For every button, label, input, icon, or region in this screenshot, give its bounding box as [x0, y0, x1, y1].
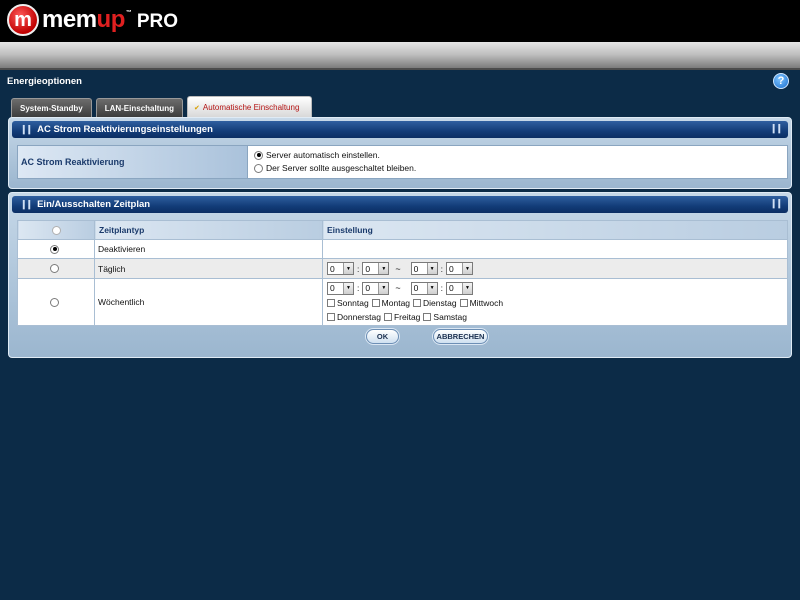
help-icon[interactable]: ? [773, 73, 789, 89]
schedule-table: Zeitplantyp Einstellung Deaktivieren Täg… [17, 220, 788, 326]
row-label-daily: Täglich [94, 258, 323, 279]
tab-label: Automatische Einschaltung [202, 103, 300, 112]
checkbox-freitag[interactable]: Freitag [383, 312, 420, 322]
weekday-checkboxes-row2: Donnerstag Freitag Samstag [327, 310, 787, 324]
weekly-end-minute-select[interactable]: 0 ▼ [446, 281, 474, 295]
schedule-panel-title: Ein/Ausschalten Zeitplan [37, 199, 151, 210]
option-stay-off[interactable]: Der Server sollte ausgeschaltet bleiben. [254, 163, 416, 173]
column-header-type: Zeitplantyp [94, 220, 323, 240]
daily-end-hour-select[interactable]: 0 ▼ [410, 262, 438, 275]
grip-icon: ❙❙ [20, 124, 33, 134]
ok-button[interactable]: OK [366, 329, 399, 344]
grip-icon: ❙❙ [769, 198, 783, 208]
button-bar: OK ABBRECHEN [9, 329, 791, 344]
header-radio [52, 225, 61, 235]
ac-power-panel-title: AC Strom Reaktivierungseinstellungen [37, 124, 213, 135]
weekly-time-range: 0 ▼ : 0 ▼ ~ 0 ▼ : 0 ▼ [327, 281, 787, 296]
tab-bar: System-Standby LAN-Einschaltung ✔ Automat… [11, 96, 316, 118]
ac-power-panel-header: ❙❙ AC Strom Reaktivierungseinstellungen … [12, 121, 788, 138]
logo-text-pro: PRO [136, 11, 179, 32]
ac-power-options: Server automatisch einstellen. Der Serve… [248, 146, 422, 178]
cancel-button[interactable]: ABBRECHEN [433, 329, 488, 344]
radio-daily[interactable] [50, 264, 59, 273]
top-header-bar: m mem up ™ PRO [0, 0, 800, 42]
logo-wordmark: mem up ™ PRO [42, 6, 178, 34]
option-label: Server automatisch einstellen. [266, 150, 380, 160]
radio-weekly[interactable] [50, 297, 59, 307]
weekday-checkboxes-row1: Sonntag Montag Dienstag Mittwoch [327, 296, 787, 310]
radio-auto-start[interactable] [254, 150, 263, 160]
row-label-deactivate: Deaktivieren [94, 239, 323, 259]
daily-start-hour-select[interactable]: 0 ▼ [327, 262, 354, 275]
grip-icon: ❙❙ [769, 123, 783, 133]
dropdown-arrow-icon: ▼ [378, 263, 389, 274]
logo-text-up: up [96, 6, 126, 33]
radio-deactivate[interactable] [50, 244, 59, 254]
ac-power-panel: ❙❙ AC Strom Reaktivierungseinstellungen … [8, 117, 792, 189]
dropdown-arrow-icon: ▼ [378, 282, 389, 294]
table-row: Wöchentlich 0 ▼ : 0 ▼ ~ 0 ▼ : 0 ▼ Sonntag Mo… [17, 278, 788, 326]
logo-badge: m [7, 4, 39, 36]
page-title: Energieoptionen [7, 76, 82, 87]
table-header-row: Zeitplantyp Einstellung [17, 220, 788, 240]
dropdown-arrow-icon: ▼ [426, 282, 437, 294]
tab-label: LAN-Einschaltung [104, 104, 175, 113]
weekly-start-minute-select[interactable]: 0 ▼ [362, 281, 390, 295]
dropdown-arrow-icon: ▼ [343, 282, 353, 294]
row-label-weekly: Wöchentlich [94, 278, 323, 326]
weekly-end-hour-select[interactable]: 0 ▼ [410, 281, 438, 295]
logo-text-mem: mem [42, 6, 97, 33]
checkbox-samstag[interactable]: Samstag [423, 312, 467, 322]
option-label: Der Server sollte ausgeschaltet bleiben. [266, 163, 417, 173]
daily-end-minute-select[interactable]: 0 ▼ [446, 262, 474, 275]
checkmark-icon: ✔ [194, 104, 200, 112]
header-radio-cell [17, 220, 95, 240]
logo-trademark: ™ [125, 10, 132, 16]
table-row: Täglich 0 ▼ : 0 ▼ ~ 0 ▼ : 0 ▼ [17, 258, 788, 279]
dropdown-arrow-icon: ▼ [462, 282, 473, 294]
ac-power-row-label: AC Strom Reaktivierung [18, 146, 248, 178]
dropdown-arrow-icon: ▼ [462, 263, 473, 274]
checkbox-montag[interactable]: Montag [371, 298, 410, 308]
daily-start-minute-select[interactable]: 0 ▼ [362, 262, 390, 275]
schedule-panel: ❙❙ Ein/Ausschalten Zeitplan ❙❙ Zeitplant… [8, 192, 792, 358]
radio-stay-off[interactable] [254, 163, 263, 173]
checkbox-donnerstag[interactable]: Donnerstag [327, 312, 381, 322]
tab-lan-einschaltung[interactable]: LAN-Einschaltung [95, 98, 184, 118]
tab-label: System-Standby [20, 104, 83, 113]
option-auto-start[interactable]: Server automatisch einstellen. [254, 150, 416, 160]
schedule-panel-header: ❙❙ Ein/Ausschalten Zeitplan ❙❙ [12, 196, 788, 213]
table-row: Deaktivieren [17, 239, 788, 259]
memup-pro-logo: m mem up ™ PRO [7, 3, 178, 37]
tab-automatische-einschaltung[interactable]: ✔ Automatische Einschaltung [187, 96, 313, 118]
column-header-setting: Einstellung [322, 220, 788, 240]
checkbox-sonntag[interactable]: Sonntag [327, 298, 369, 308]
daily-time-range: 0 ▼ : 0 ▼ ~ 0 ▼ : 0 ▼ [327, 261, 787, 276]
grip-icon: ❙❙ [20, 199, 33, 209]
checkbox-dienstag[interactable]: Dienstag [413, 298, 457, 308]
dropdown-arrow-icon: ▼ [343, 263, 353, 274]
ac-power-row: AC Strom Reaktivierung Server automatisc… [17, 145, 788, 179]
tab-system-standby[interactable]: System-Standby [11, 98, 92, 118]
checkbox-mittwoch[interactable]: Mittwoch [459, 298, 503, 308]
silver-toolbar [0, 42, 800, 70]
dropdown-arrow-icon: ▼ [426, 263, 437, 274]
weekly-start-hour-select[interactable]: 0 ▼ [327, 281, 354, 295]
